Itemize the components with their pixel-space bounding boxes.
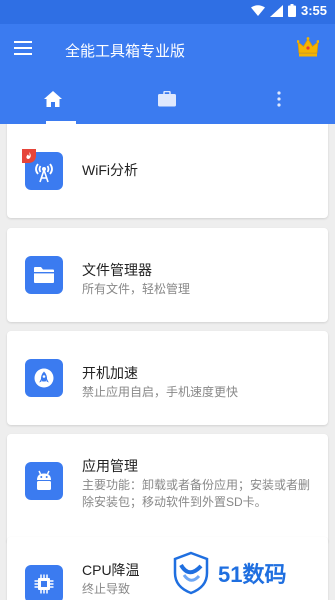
card-description: 主要功能：卸载或者备份应用；安装或者删除安装包；移动软件到外置SD卡。 [82,478,311,509]
home-icon [44,91,62,107]
tool-list: WiFi分析 文件管理器 所有文件，轻松管理 开机加速 禁止应用自启，手机速度更… [0,124,335,600]
briefcase-icon [158,91,176,107]
card-wifi-analysis[interactable]: WiFi分析 [7,124,328,218]
card-file-manager[interactable]: 文件管理器 所有文件，轻松管理 [7,228,328,322]
wifi-tower-icon [22,149,63,190]
crown-icon[interactable] [296,37,320,57]
hot-badge-icon [22,149,36,163]
folder-icon [25,256,63,294]
more-vertical-icon [277,91,281,107]
menu-icon[interactable] [14,41,32,55]
battery-icon [287,4,296,17]
watermark-text: 51数码 [218,562,287,587]
card-title: 应用管理 [82,458,138,474]
signal-icon [269,4,283,17]
app-bar: 全能工具箱专业版 [0,24,335,74]
card-description: 禁止应用自启，手机速度更快 [82,385,239,399]
status-time: 3:55 [300,3,327,18]
card-title: 开机加速 [82,365,138,381]
tab-more[interactable] [234,74,324,124]
card-boot-speedup[interactable]: 开机加速 禁止应用自启，手机速度更快 [7,331,328,425]
android-icon [25,462,63,500]
status-icons: 3:55 [250,3,327,18]
tab-home[interactable] [8,74,98,124]
rocket-icon [25,359,63,397]
tab-bar [0,74,335,124]
card-app-manager[interactable]: 应用管理 主要功能：卸载或者备份应用；安装或者删除安装包；移动软件到外置SD卡。 [7,434,328,544]
card-title: CPU降温 [82,562,140,578]
card-description: 所有文件，轻松管理 [82,282,191,296]
status-bar: 3:55 [0,0,335,24]
wifi-status-icon [250,4,265,16]
watermark: 51数码 [172,548,332,598]
shield-logo-icon [173,551,209,595]
tab-tools[interactable] [122,74,212,124]
cpu-icon [25,565,63,600]
card-title: WiFi分析 [82,162,138,178]
card-title: 文件管理器 [82,262,152,278]
app-title: 全能工具箱专业版 [65,42,186,60]
